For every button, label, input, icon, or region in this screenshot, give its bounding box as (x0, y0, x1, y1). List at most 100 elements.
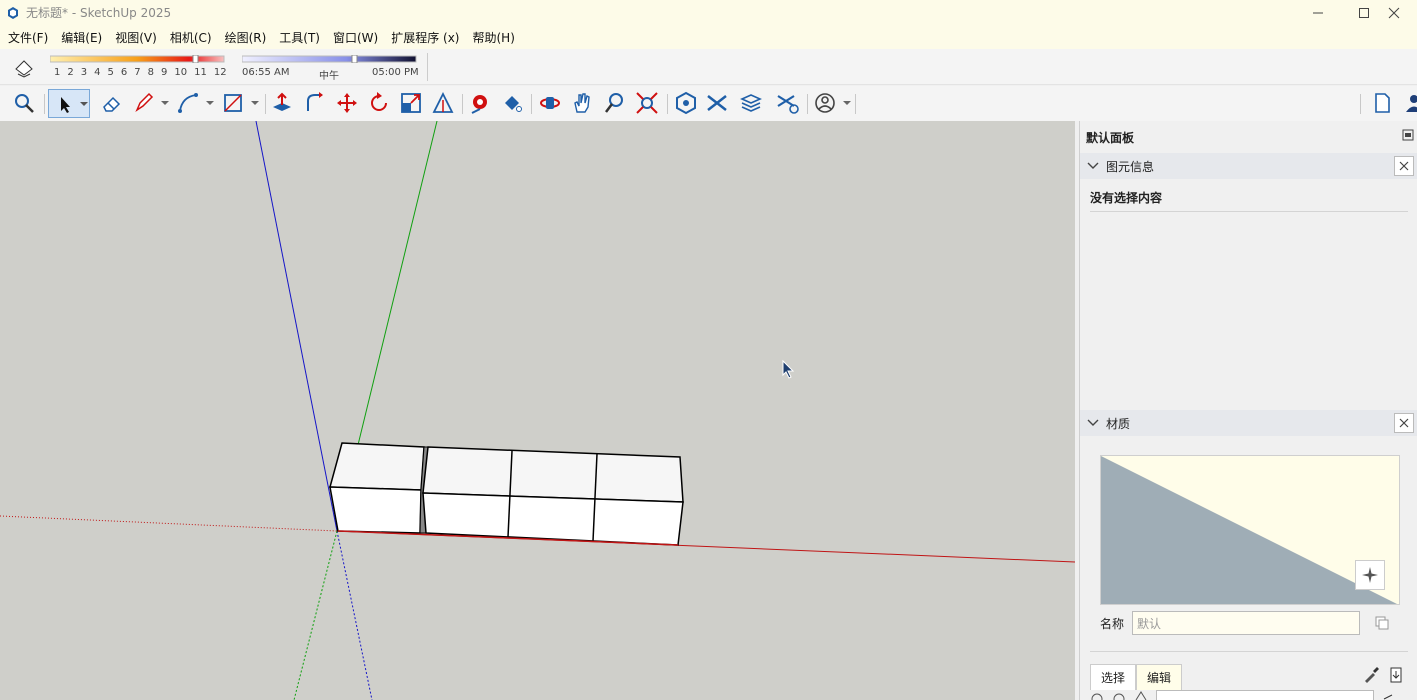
zoom-tool-icon[interactable] (603, 91, 627, 115)
minimize-button[interactable] (1295, 0, 1341, 25)
account-icon[interactable] (813, 91, 837, 115)
paint-bucket-icon[interactable] (500, 91, 524, 115)
title-bar: 无标题* - SketchUp 2025 (0, 0, 1417, 25)
tape-measure-icon[interactable] (468, 91, 492, 115)
mouse-cursor-icon (782, 359, 795, 379)
blue-axis-negative (336, 530, 373, 700)
entity-info-close-button[interactable] (1394, 156, 1414, 176)
box-row-front (422, 492, 684, 546)
divider (1090, 651, 1408, 652)
zoom-window-icon[interactable] (635, 91, 659, 115)
material-browser-nav (1090, 689, 1408, 700)
warehouse-icon[interactable] (674, 91, 698, 115)
box-top-face (329, 442, 425, 491)
chevron-down-icon (1087, 162, 1099, 169)
sparkle-icon (1362, 567, 1378, 583)
extension-manager-icon[interactable] (776, 91, 800, 115)
eyedropper-icon[interactable] (1362, 666, 1380, 684)
shadow-toggle-icon[interactable] (12, 55, 36, 79)
model-drawing (0, 121, 1075, 700)
details-arrow-icon[interactable] (1382, 690, 1394, 700)
blue-axis (255, 121, 338, 532)
back-icon[interactable] (1090, 690, 1104, 700)
menu-file[interactable]: 文件(F) (8, 29, 48, 46)
user-profile-icon[interactable] (1402, 91, 1417, 115)
chevron-down-icon[interactable] (160, 100, 170, 108)
tab-select[interactable]: 选择 (1090, 664, 1137, 690)
entity-info-header[interactable]: 图元信息 (1080, 153, 1417, 179)
menu-edit[interactable]: 编辑(E) (61, 29, 102, 46)
material-preview (1100, 455, 1400, 605)
menu-bar: 文件(F) 编辑(E) 视图(V) 相机(C) 绘图(R) 工具(T) 窗口(W… (0, 25, 1417, 49)
red-axis-negative (0, 515, 338, 532)
menu-extensions[interactable]: 扩展程序 (x) (391, 29, 459, 46)
sketchup-logo-icon (8, 6, 18, 19)
window-title: 无标题* - SketchUp 2025 (26, 6, 172, 20)
main-toolbar (0, 86, 1417, 121)
box-front-face (329, 486, 422, 534)
chevron-down-icon[interactable] (205, 100, 215, 108)
menu-view[interactable]: 视图(V) (115, 29, 157, 46)
model-viewport[interactable] (0, 121, 1075, 700)
green-axis-negative (293, 530, 338, 700)
arc-tool-icon[interactable] (176, 91, 200, 115)
material-name-label: 名称 (1100, 616, 1125, 631)
zoom-extents-icon[interactable] (12, 91, 36, 115)
materials-header[interactable]: 材质 (1080, 410, 1417, 436)
no-selection-text: 没有选择内容 (1090, 191, 1163, 205)
pin-icon[interactable] (1402, 129, 1414, 141)
time-slider[interactable] (242, 55, 417, 63)
maximize-icon (1359, 7, 1369, 18)
close-window-button[interactable] (1371, 0, 1417, 25)
eraser-icon[interactable] (100, 91, 124, 115)
materials-label: 材质 (1106, 416, 1131, 431)
divider (1090, 211, 1408, 212)
chevron-down-icon[interactable] (842, 100, 852, 108)
material-name-row: 名称 默认 (1100, 611, 1390, 635)
push-pull-icon[interactable] (270, 91, 294, 115)
rectangle-tool-icon[interactable] (221, 91, 245, 115)
menu-help[interactable]: 帮助(H) (472, 29, 514, 46)
tray-title: 默认面板 (1086, 131, 1135, 145)
material-details-icon[interactable] (1388, 666, 1404, 684)
materials-close-button[interactable] (1394, 413, 1414, 433)
menu-window[interactable]: 窗口(W) (333, 29, 378, 46)
menu-draw[interactable]: 绘图(R) (225, 29, 267, 46)
new-document-icon[interactable] (1370, 91, 1394, 115)
minimize-icon (1313, 12, 1323, 13)
menu-tools[interactable]: 工具(T) (279, 29, 320, 46)
chevron-down-icon (1087, 419, 1099, 426)
pan-hand-icon[interactable] (570, 91, 594, 115)
time-end-label: 05:00 PM (372, 67, 419, 78)
close-icon (1388, 7, 1400, 18)
entity-info-label: 图元信息 (1106, 159, 1155, 174)
extension-warehouse-icon[interactable] (705, 91, 729, 115)
layout-send-icon[interactable] (740, 91, 764, 115)
model-materials-icon[interactable] (1134, 690, 1148, 700)
chevron-down-icon[interactable] (250, 100, 260, 108)
default-tray: 默认面板 图元信息 没有选择内容 材质 名称 默认 选择 编辑 (1079, 121, 1417, 700)
month-slider[interactable] (50, 55, 225, 63)
close-icon (1399, 418, 1409, 428)
toolbar-divider (427, 53, 428, 81)
select-tool-button[interactable] (48, 89, 90, 118)
home-icon[interactable] (1112, 690, 1126, 700)
orbit-tool-icon[interactable] (538, 91, 562, 115)
close-icon (1399, 161, 1409, 171)
month-labels: 123 456 789 10 11 12 (54, 67, 227, 78)
create-material-button[interactable] (1355, 560, 1385, 590)
time-noon-label: 中午 (319, 71, 339, 82)
material-library-select[interactable] (1156, 690, 1374, 700)
pencil-line-icon[interactable] (132, 91, 156, 115)
move-tool-icon[interactable] (335, 91, 359, 115)
chevron-down-icon (80, 102, 88, 106)
material-name-input[interactable]: 默认 (1132, 611, 1361, 635)
tab-edit[interactable]: 编辑 (1136, 664, 1183, 690)
shadow-toolbar: 123 456 789 10 11 12 06:55 AM 中午 05:00 PM (0, 49, 1417, 85)
scale-tool-icon[interactable] (399, 91, 423, 115)
menu-camera[interactable]: 相机(C) (170, 29, 212, 46)
follow-me-icon[interactable] (303, 91, 327, 115)
duplicate-material-icon[interactable] (1374, 615, 1390, 631)
offset-tool-icon[interactable] (431, 91, 455, 115)
rotate-tool-icon[interactable] (367, 91, 391, 115)
